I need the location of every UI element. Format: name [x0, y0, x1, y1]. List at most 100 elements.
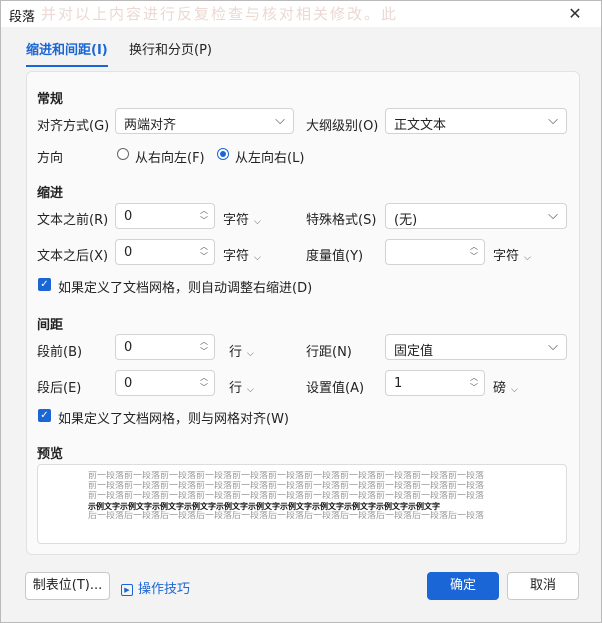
- snap-to-grid-label[interactable]: 如果定义了文档网格，则与网格对齐(W): [58, 408, 289, 427]
- direction-label: 方向: [37, 151, 64, 166]
- setting-value-stepper[interactable]: ︿ ﹀: [468, 373, 480, 393]
- line-spacing-value: 固定值: [394, 344, 434, 359]
- alignment-value: 两端对齐: [124, 118, 177, 133]
- chevron-down-icon: ⌵: [548, 339, 558, 354]
- background-document-text: 并对以上内容进行反复检查与核对相关修改。此: [41, 5, 399, 23]
- line-spacing-select[interactable]: 固定值 ⌵: [385, 334, 567, 360]
- chevron-up-icon[interactable]: ︿: [198, 337, 210, 347]
- ltr-label[interactable]: 从左向右(L): [235, 147, 304, 166]
- check-icon: ✓: [40, 279, 49, 290]
- chevron-up-icon[interactable]: ︿: [468, 242, 480, 252]
- chevron-down-icon: ⌵: [247, 349, 254, 359]
- indent-before-label: 文本之前(R): [37, 213, 109, 228]
- indent-after-stepper[interactable]: ︿ ﹀: [198, 242, 210, 262]
- chevron-down-icon[interactable]: ﹀: [198, 383, 210, 393]
- setting-unit: 磅: [493, 381, 507, 396]
- chevron-up-icon[interactable]: ︿: [198, 242, 210, 252]
- indent-after-unit-select[interactable]: 字符 ⌵: [223, 245, 261, 264]
- setting-value: 1: [394, 376, 403, 391]
- alignment-select[interactable]: 两端对齐 ⌵: [115, 108, 294, 134]
- preview-previous-line: 前一段落前一段落前一段落前一段落前一段落前一段落前一段落前一段落前一段落前一段落…: [88, 481, 485, 491]
- auto-adjust-checkbox[interactable]: ✓: [38, 278, 51, 291]
- tips-link[interactable]: ▶ 操作技巧: [121, 578, 190, 597]
- measure-unit: 字符: [493, 249, 520, 264]
- setting-value-input[interactable]: 1 ︿ ﹀: [385, 370, 485, 396]
- tab-line-page-breaks[interactable]: 换行和分页(P): [129, 39, 212, 58]
- space-after-label: 段后(E): [37, 381, 82, 396]
- auto-adjust-label[interactable]: 如果定义了文档网格，则自动调整右缩进(D): [58, 277, 312, 296]
- setting-unit-select[interactable]: 磅 ⌵: [493, 377, 518, 396]
- dialog-title: 段落: [9, 10, 36, 25]
- indent-heading: 缩进: [37, 186, 64, 201]
- indent-after-input[interactable]: 0 ︿ ﹀: [115, 239, 215, 265]
- rtl-radio[interactable]: [117, 148, 129, 160]
- spacing-heading: 间距: [37, 318, 64, 333]
- rtl-label[interactable]: 从右向左(F): [135, 147, 205, 166]
- tab-indent-spacing[interactable]: 缩进和间距(I): [26, 39, 108, 67]
- chevron-down-icon: ⌵: [275, 113, 285, 128]
- space-before-unit: 行: [229, 345, 243, 360]
- outline-level-select[interactable]: 正文文本 ⌵: [385, 108, 567, 134]
- preview-previous-line: 前一段落前一段落前一段落前一段落前一段落前一段落前一段落前一段落前一段落前一段落…: [88, 471, 485, 481]
- preview-next-line: 后一段落后一段落后一段落后一段落后一段落后一段落后一段落后一段落后一段落后一段落…: [88, 511, 485, 521]
- check-icon: ✓: [40, 410, 49, 421]
- settings-panel: 常规 对齐方式(G) 两端对齐 ⌵ 大纲级别(O) 正文文本 ⌵ 方向 从右向左…: [26, 71, 580, 555]
- measure-unit-select[interactable]: 字符 ⌵: [493, 245, 531, 264]
- measure-input[interactable]: ︿ ﹀: [385, 239, 485, 265]
- special-format-value: (无): [394, 213, 418, 228]
- indent-before-stepper[interactable]: ︿ ﹀: [198, 206, 210, 226]
- space-after-input[interactable]: 0 ︿ ﹀: [115, 370, 215, 396]
- play-icon: ▶: [121, 584, 133, 596]
- indent-before-value: 0: [124, 209, 133, 224]
- general-heading: 常规: [37, 92, 64, 107]
- indent-after-unit: 字符: [223, 249, 250, 264]
- setting-value-label: 设置值(A): [306, 381, 365, 396]
- space-before-stepper[interactable]: ︿ ﹀: [198, 337, 210, 357]
- outline-level-value: 正文文本: [394, 118, 447, 133]
- space-before-input[interactable]: 0 ︿ ﹀: [115, 334, 215, 360]
- close-button[interactable]: ✕: [563, 4, 587, 24]
- preview-box: 前一段落前一段落前一段落前一段落前一段落前一段落前一段落前一段落前一段落前一段落…: [37, 464, 567, 544]
- chevron-up-icon[interactable]: ︿: [468, 373, 480, 383]
- chevron-down-icon: ⌵: [524, 253, 531, 263]
- snap-to-grid-checkbox[interactable]: ✓: [38, 409, 51, 422]
- measure-stepper[interactable]: ︿ ﹀: [468, 242, 480, 262]
- chevron-down-icon: ⌵: [254, 253, 261, 263]
- preview-previous-line: 前一段落前一段落前一段落前一段落前一段落前一段落前一段落前一段落前一段落前一段落…: [88, 491, 485, 501]
- space-after-stepper[interactable]: ︿ ﹀: [198, 373, 210, 393]
- cancel-button[interactable]: 取消: [507, 572, 579, 600]
- space-after-unit-select[interactable]: 行 ⌵: [229, 377, 254, 396]
- chevron-down-icon: ⌵: [548, 208, 558, 223]
- space-before-value: 0: [124, 340, 133, 355]
- space-before-unit-select[interactable]: 行 ⌵: [229, 341, 254, 360]
- chevron-up-icon[interactable]: ︿: [198, 206, 210, 216]
- tips-label: 操作技巧: [138, 582, 191, 597]
- ok-button[interactable]: 确定: [427, 572, 499, 600]
- chevron-down-icon[interactable]: ﹀: [198, 252, 210, 262]
- chevron-down-icon: ⌵: [548, 113, 558, 128]
- indent-before-input[interactable]: 0 ︿ ﹀: [115, 203, 215, 229]
- line-spacing-label: 行距(N): [306, 345, 352, 360]
- indent-after-value: 0: [124, 245, 133, 260]
- measure-label: 度量值(Y): [306, 249, 364, 264]
- tabs-button[interactable]: 制表位(T)...: [25, 572, 110, 600]
- indent-before-unit: 字符: [223, 213, 250, 228]
- chevron-down-icon: ⌵: [247, 385, 254, 395]
- space-after-value: 0: [124, 376, 133, 391]
- chevron-down-icon[interactable]: ﹀: [468, 252, 480, 262]
- special-format-select[interactable]: (无) ⌵: [385, 203, 567, 229]
- indent-before-unit-select[interactable]: 字符 ⌵: [223, 209, 261, 228]
- chevron-down-icon[interactable]: ﹀: [198, 216, 210, 226]
- chevron-down-icon: ⌵: [254, 217, 261, 227]
- paragraph-dialog: 并对以上内容进行反复检查与核对相关修改。此 段落 ✕ 缩进和间距(I) 换行和分…: [0, 0, 602, 623]
- close-icon: ✕: [568, 4, 582, 23]
- ltr-radio[interactable]: [217, 148, 229, 160]
- space-after-unit: 行: [229, 381, 243, 396]
- preview-heading: 预览: [37, 447, 64, 462]
- chevron-up-icon[interactable]: ︿: [198, 373, 210, 383]
- outline-level-label: 大纲级别(O): [306, 119, 379, 134]
- chevron-down-icon[interactable]: ﹀: [198, 347, 210, 357]
- title-bar: 并对以上内容进行反复检查与核对相关修改。此 段落 ✕: [1, 1, 601, 27]
- chevron-down-icon[interactable]: ﹀: [468, 383, 480, 393]
- indent-after-label: 文本之后(X): [37, 249, 109, 264]
